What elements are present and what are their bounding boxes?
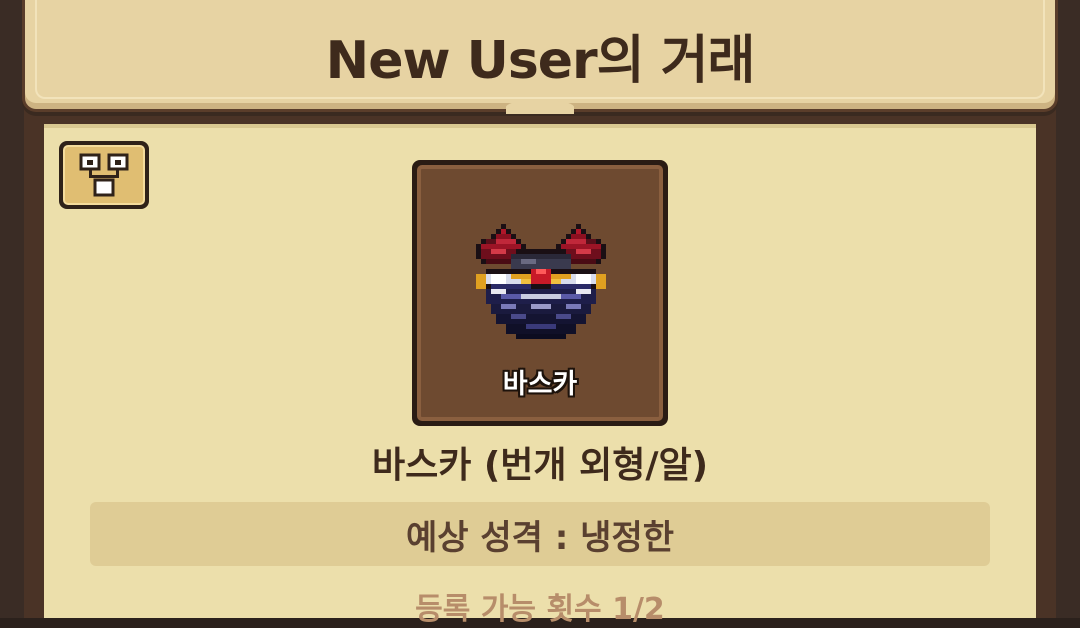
title-banner: New User의 거래 [22, 0, 1058, 112]
vasca-egg-sprite [476, 224, 606, 339]
item-name: 바스카 (번개 외형/알) [371, 445, 709, 486]
registration-count: 등록 가능 횟수 1/2 [415, 592, 665, 627]
expected-personality-text: 예상 성격 : 냉정한 [405, 517, 675, 558]
item-card-label: 바스카 [502, 369, 578, 400]
family-tree-icon [79, 153, 129, 197]
personality-bar: 예상 성격 : 냉정한 [90, 502, 990, 566]
page-title: New User의 거래 [325, 31, 756, 91]
right-frame-edge [1056, 0, 1080, 618]
trade-panel: 바스카 바스카 (번개 외형/알) 예상 성격 : 냉정한 등록 가능 횟수 1… [44, 124, 1036, 627]
item-card-inner: 바스카 [417, 165, 663, 421]
family-tree-button-face [63, 145, 145, 205]
panel-shadow [44, 124, 1036, 128]
banner-notch [506, 100, 574, 114]
item-card[interactable]: 바스카 [412, 160, 668, 426]
family-tree-button[interactable] [59, 141, 149, 209]
left-frame-edge [0, 0, 24, 618]
